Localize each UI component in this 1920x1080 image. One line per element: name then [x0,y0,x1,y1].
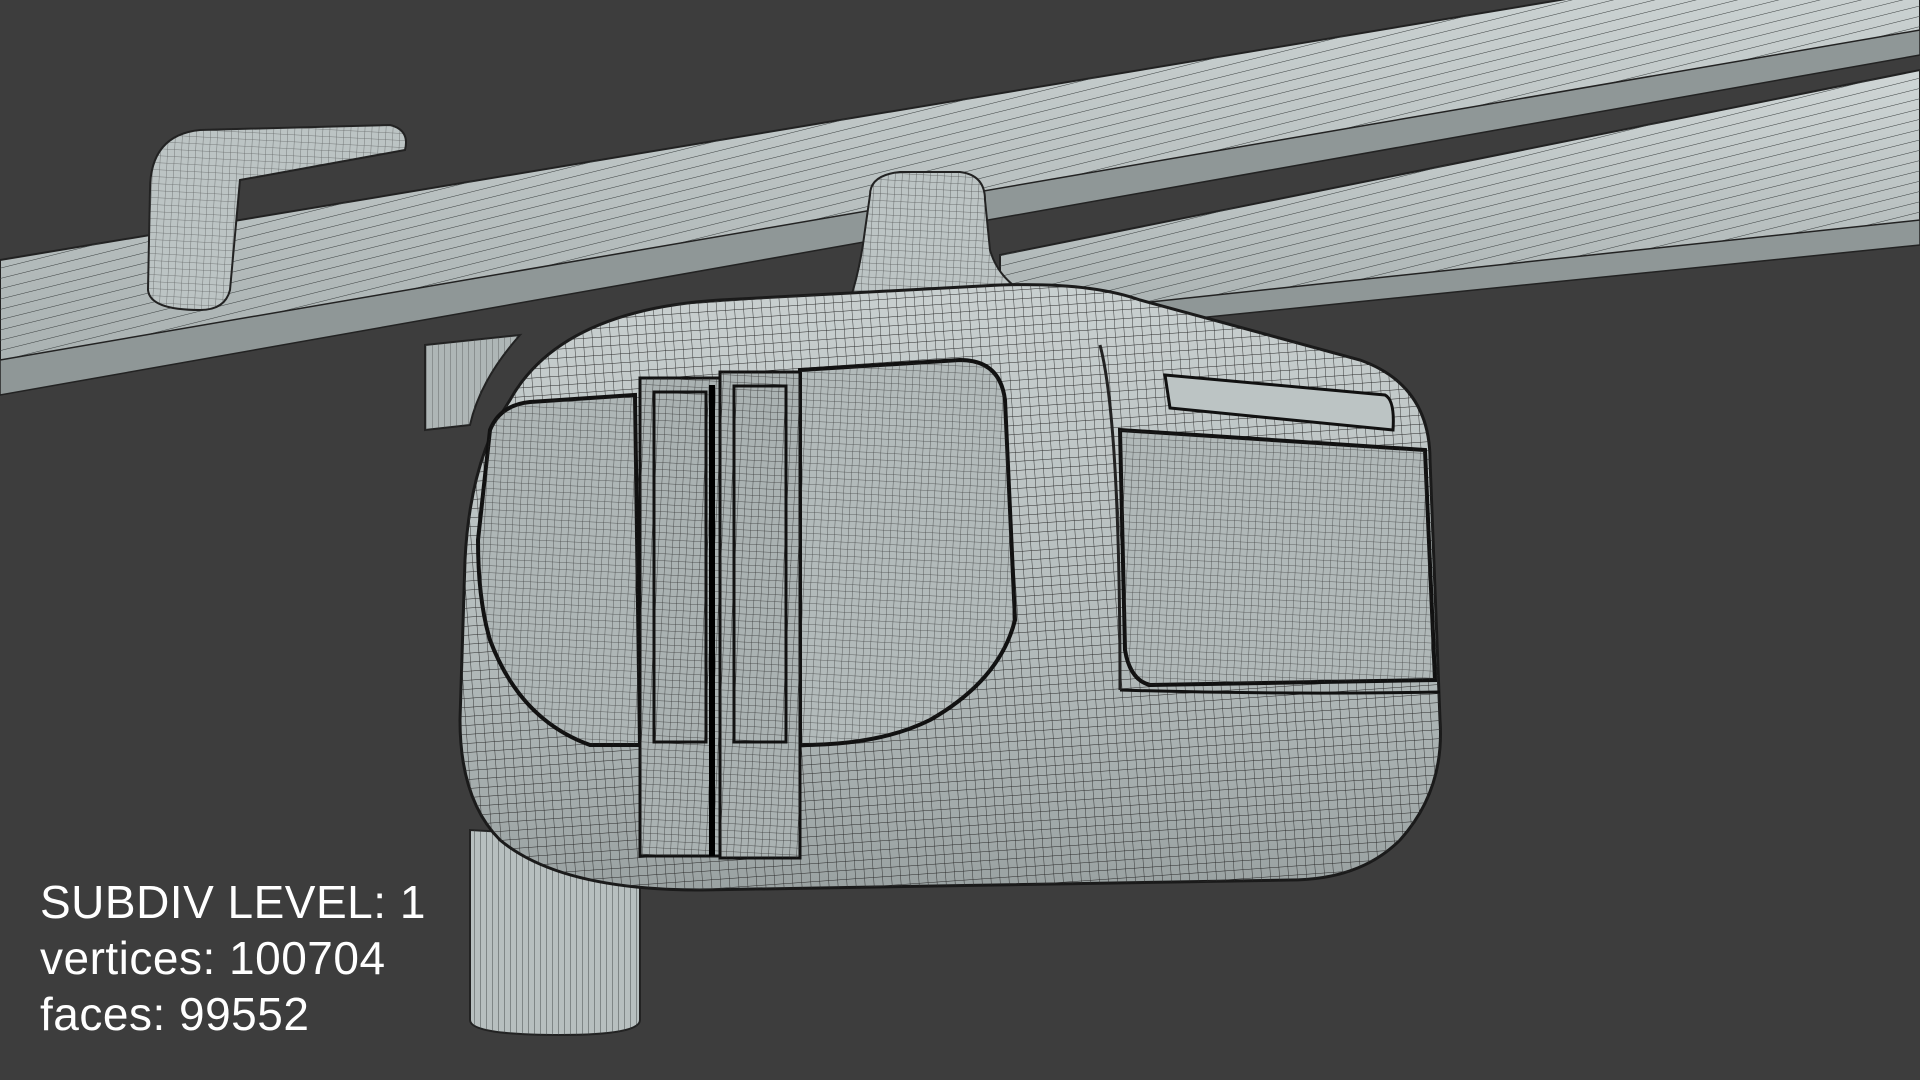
mesh-stats-overlay: SUBDIV LEVEL: 1 vertices: 100704 faces: … [40,874,426,1042]
vertices-count-label: vertices: 100704 [40,932,386,984]
faces-count-label: faces: 99552 [40,988,310,1040]
subdiv-level-label: SUBDIV LEVEL: 1 [40,876,426,928]
cabin-body [458,283,1442,892]
3d-viewport[interactable]: SUBDIV LEVEL: 1 vertices: 100704 faces: … [0,0,1920,1080]
